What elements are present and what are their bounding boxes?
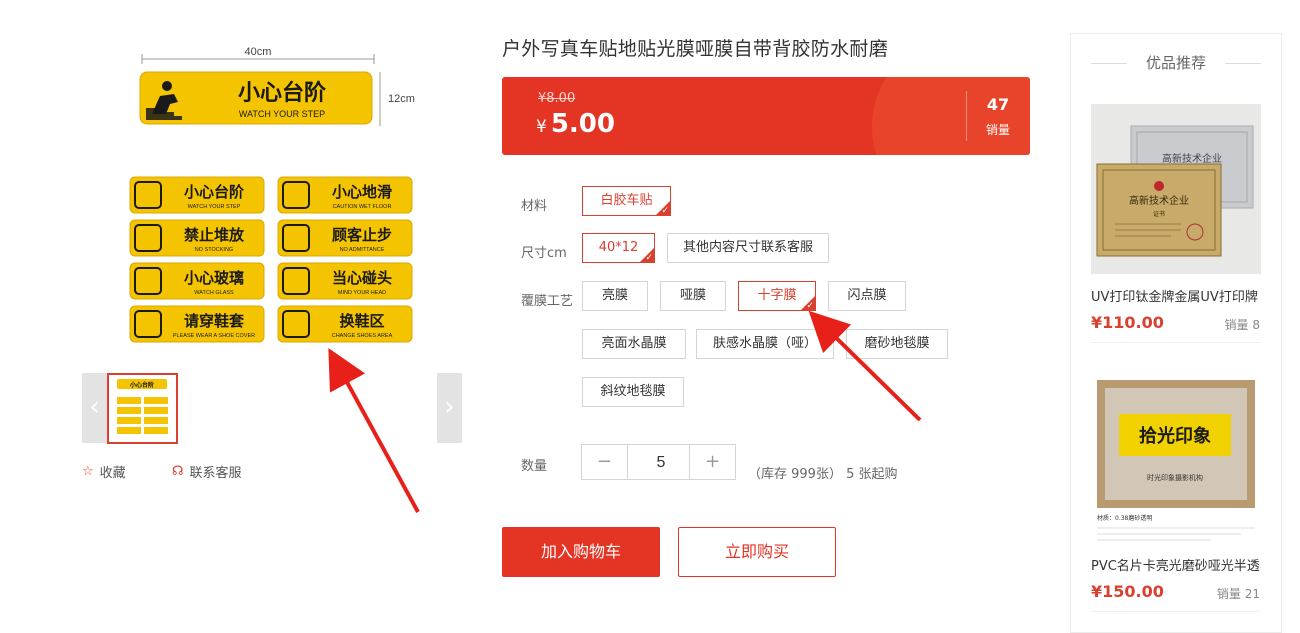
- pvc-card-image: 拾光印象 时光印象摄影机构 材质：0.38磨砂透明: [1091, 378, 1261, 548]
- recommend-item-price: ¥150.00: [1091, 582, 1164, 601]
- option-cross-film[interactable]: 十字膜 ✓: [738, 281, 816, 311]
- recommend-panel: 优品推荐 高新技术企业 高新技术企业 证书 UV打印钛金牌金属UV打印牌 ¥11…: [1070, 33, 1282, 633]
- card-material-note: 材质：0.38磨砂透明: [1097, 514, 1152, 522]
- original-price: ¥8.00: [538, 91, 576, 106]
- thumbnail-sign-cn: 小心台阶: [129, 381, 154, 389]
- check-icon: ✓: [645, 253, 653, 263]
- currency-symbol: ¥: [536, 117, 547, 137]
- sign-cn-label: 小心地滑: [332, 183, 392, 201]
- favorite-label: 收藏: [99, 466, 126, 481]
- sign-en-label: WATCH YOUR STEP: [188, 204, 241, 210]
- sign-item: 请穿鞋套 PLEASE WEAR A SHOE COVER: [129, 305, 265, 343]
- star-icon: ☆: [82, 464, 94, 479]
- favorite-button[interactable]: ☆ 收藏: [82, 462, 126, 481]
- quantity-label: 数量: [521, 459, 548, 474]
- quantity-stepper: − +: [581, 444, 736, 481]
- signage-illustration: 40cm 12cm 小心台阶 WATCH YOUR STEP 小心台阶 WATCH…: [117, 46, 427, 354]
- sign-item: 当心碰头 MIND YOUR HEAD: [277, 262, 413, 300]
- sign-cn-label: 小心玻璃: [184, 269, 244, 287]
- sign-en-label: PLEASE WEAR A SHOE COVER: [173, 333, 255, 339]
- plaque-back-text: 高新技术企业: [1162, 152, 1222, 165]
- sign-item: 小心地滑 CAUTION WET FLOOR: [277, 176, 413, 214]
- recommend-item-image[interactable]: 拾光印象 时光印象摄影机构 材质：0.38磨砂透明: [1091, 378, 1261, 548]
- material-label: 材料: [521, 199, 548, 214]
- sign-en-label: NO STOCKING: [195, 247, 233, 253]
- sign-item: 小心台阶 WATCH YOUR STEP: [129, 176, 265, 214]
- sign-cn-label: 请穿鞋套: [184, 312, 245, 330]
- contact-service-button[interactable]: ☊ 联系客服: [172, 462, 242, 481]
- quantity-increase-button[interactable]: +: [689, 445, 735, 479]
- recommend-item-name[interactable]: PVC名片卡亮光磨砂哑光半透: [1091, 555, 1261, 574]
- headset-icon: ☊: [172, 464, 184, 479]
- option-size-40x12[interactable]: 40*12 ✓: [582, 233, 655, 263]
- stock-info: （库存 999张） 5 张起购: [748, 467, 898, 482]
- option-matte-film[interactable]: 哑膜: [660, 281, 726, 311]
- sign-en-label: CHANGE SHOES AREA: [332, 333, 393, 339]
- sales-label: 销量: [985, 123, 1010, 137]
- thumbnail-selected[interactable]: 小心台阶: [107, 373, 178, 444]
- sign-en-label: MIND YOUR HEAD: [338, 290, 386, 296]
- recommend-item-image[interactable]: 高新技术企业 高新技术企业 证书: [1091, 104, 1261, 274]
- sign-cn-label: 禁止堆放: [184, 226, 245, 244]
- sign-cn-label: 当心碰头: [332, 269, 392, 287]
- sign-cn-label: 小心台阶: [184, 183, 245, 201]
- option-glitter-film[interactable]: 闪点膜: [828, 281, 906, 311]
- card-sub: 时光印象摄影机构: [1147, 473, 1203, 482]
- thumbnail-strip: ‹ 小心台阶 ›: [82, 373, 462, 444]
- hero-sign-cn: 小心台阶: [238, 80, 327, 106]
- sign-cn-label: 顾客止步: [332, 226, 392, 244]
- price-panel: ¥8.00 ¥5.00 47 销量: [502, 77, 1030, 155]
- thumb-next-button[interactable]: ›: [437, 373, 462, 443]
- product-title: 户外写真车贴地贴光膜哑膜自带背胶防水耐磨: [502, 38, 889, 60]
- buy-now-button[interactable]: 立即购买: [678, 527, 836, 577]
- recommend-item-sales: 销量 21: [1216, 587, 1260, 601]
- recommend-item-sales: 销量 8: [1224, 318, 1260, 332]
- sign-en-label: NO ADMITTANCE: [340, 247, 385, 253]
- check-icon: ✓: [661, 206, 669, 216]
- recommend-item-price: ¥110.00: [1091, 313, 1164, 332]
- height-dimension-label: 12cm: [388, 93, 415, 105]
- option-size-other[interactable]: 其他内容尺寸联系客服: [667, 233, 829, 263]
- quantity-decrease-button[interactable]: −: [582, 445, 628, 479]
- size-label: 尺寸cm: [521, 246, 567, 261]
- sign-item: 顾客止步 NO ADMITTANCE: [277, 219, 413, 257]
- sign-item: 换鞋区 CHANGE SHOES AREA: [277, 305, 413, 343]
- option-twill-carpet-film[interactable]: 斜纹地毯膜: [582, 377, 684, 407]
- option-material-white-glue[interactable]: 白胶车贴 ✓: [582, 186, 671, 216]
- recommend-item-name[interactable]: UV打印钛金牌金属UV打印牌: [1091, 286, 1261, 305]
- plaque-front-sub: 证书: [1153, 210, 1165, 218]
- contact-service-label: 联系客服: [189, 466, 242, 481]
- card-brand: 拾光印象: [1139, 425, 1211, 447]
- product-main-image: 40cm 12cm 小心台阶 WATCH YOUR STEP 小心台阶 WATCH…: [82, 34, 462, 354]
- sign-en-label: CAUTION WET FLOOR: [333, 204, 392, 210]
- sign-item: 禁止堆放 NO STOCKING: [129, 219, 265, 257]
- plaque-front-text: 高新技术企业: [1129, 194, 1189, 207]
- option-crystal-matte[interactable]: 肤感水晶膜（哑）: [696, 329, 834, 359]
- sales-count: 47: [986, 95, 1010, 114]
- option-gloss-film[interactable]: 亮膜: [582, 281, 648, 311]
- lamination-label: 覆膜工艺: [521, 294, 574, 309]
- thumb-prev-button[interactable]: ‹: [82, 373, 107, 443]
- option-frosted-carpet-film[interactable]: 磨砂地毯膜: [846, 329, 948, 359]
- metal-plaque-image: 高新技术企业 高新技术企业 证书: [1091, 104, 1261, 274]
- check-icon: ✓: [806, 301, 814, 311]
- hero-sign-en: WATCH YOUR STEP: [239, 109, 325, 119]
- current-price: ¥5.00: [536, 109, 615, 139]
- add-to-cart-button[interactable]: 加入购物车: [502, 527, 660, 577]
- sign-cn-label: 换鞋区: [339, 312, 384, 330]
- thumbnail-image: 小心台阶: [117, 379, 168, 434]
- sign-item: 小心玻璃 WATCH GLASS: [129, 262, 265, 300]
- quantity-input[interactable]: [628, 445, 694, 481]
- width-dimension-label: 40cm: [245, 46, 272, 58]
- sign-en-label: WATCH GLASS: [194, 290, 234, 296]
- price-value: 5.00: [550, 109, 615, 139]
- option-crystal-gloss[interactable]: 亮面水晶膜: [582, 329, 686, 359]
